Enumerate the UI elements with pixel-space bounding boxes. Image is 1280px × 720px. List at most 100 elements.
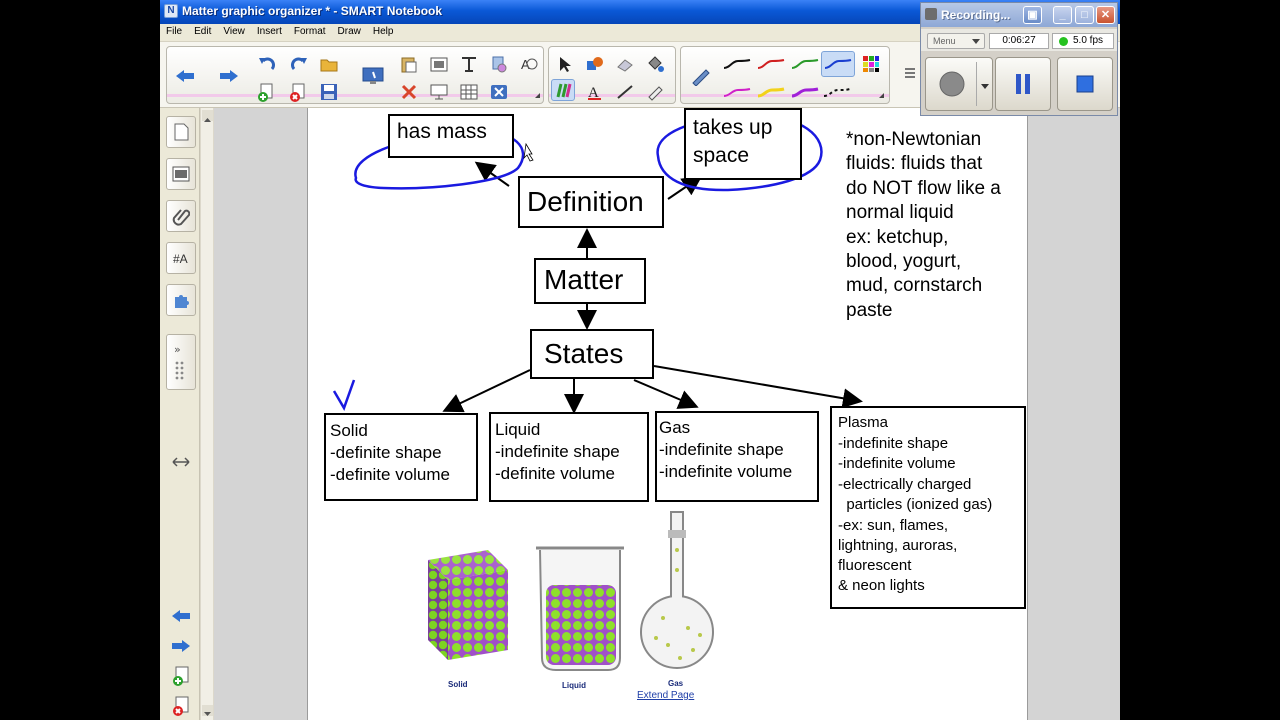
paste-icon[interactable] [397, 53, 421, 75]
app-icon: N [164, 4, 178, 18]
pen-style-magenta[interactable] [721, 81, 753, 103]
chevron-down-icon [972, 39, 980, 44]
pen-tool-icon[interactable] [689, 65, 713, 87]
states-of-matter-image[interactable]: Solid Liquid Gas [418, 510, 718, 710]
pen-style-purple[interactable] [789, 81, 821, 103]
extend-page-link[interactable]: Extend Page [637, 690, 694, 701]
plasma-line: & neon lights [838, 577, 925, 594]
menu-insert[interactable]: Insert [251, 24, 288, 37]
shapes-icon[interactable] [583, 53, 607, 75]
plasma-line: lightning, auroras, [838, 537, 958, 554]
note-line: paste [846, 300, 893, 321]
insert-table-icon[interactable] [457, 81, 481, 103]
spell-check-icon[interactable]: A [517, 53, 541, 75]
next-page-side-icon[interactable] [168, 634, 194, 658]
cut-icon[interactable] [397, 81, 421, 103]
previous-page-icon[interactable] [173, 65, 197, 87]
add-page-icon[interactable] [255, 81, 279, 103]
solid-box[interactable]: Solid -definite shape -definite volume [324, 413, 478, 501]
menu-edit[interactable]: Edit [188, 24, 217, 37]
add-page-side-icon[interactable] [168, 664, 194, 688]
plasma-line: Plasma [838, 414, 889, 431]
gallery-icon[interactable] [487, 53, 511, 75]
delete-page-side-icon[interactable] [168, 694, 194, 718]
move-panel-icon[interactable] [168, 450, 194, 474]
open-file-icon[interactable] [317, 53, 341, 75]
properties-tab[interactable]: #A [166, 242, 196, 274]
attachments-tab[interactable] [166, 200, 196, 232]
note-line: mud, cornstarch [846, 275, 983, 296]
menu-file[interactable]: File [160, 24, 188, 37]
menu-help[interactable]: Help [367, 24, 400, 37]
pen-style-blue[interactable] [821, 51, 855, 77]
color-palette-icon[interactable] [859, 53, 883, 75]
status-dot-icon [1059, 37, 1068, 46]
screen-capture-icon[interactable] [427, 81, 451, 103]
redo-icon[interactable] [287, 53, 311, 75]
delete-page-icon[interactable] [287, 81, 311, 103]
fill-icon[interactable] [643, 53, 667, 75]
delete-icon[interactable] [487, 81, 511, 103]
solid-cube [428, 550, 508, 660]
undo-icon[interactable] [255, 53, 279, 75]
magic-pen-icon[interactable] [643, 81, 667, 103]
pens-icon[interactable] [551, 79, 575, 101]
whiteboard-page[interactable]: Definition has mass takes up space Matte… [307, 108, 1028, 720]
gas-line: -indefinite shape [659, 440, 784, 459]
line-icon[interactable] [613, 81, 637, 103]
fps-readout: 5.0 fps [1052, 33, 1114, 49]
eraser-icon[interactable] [613, 53, 637, 75]
liquid-box[interactable]: Liquid -indefinite shape -definite volum… [489, 412, 649, 502]
vertical-scrollbar[interactable] [200, 108, 214, 720]
screen-shade-icon[interactable] [359, 65, 389, 87]
maximize-button[interactable]: □ [1075, 6, 1094, 24]
arrow-to-solid [442, 369, 531, 413]
has-mass-box[interactable]: has mass [388, 114, 514, 158]
takes-up-space-box[interactable]: takes up space [684, 108, 802, 180]
matter-box[interactable]: Matter [534, 258, 646, 304]
has-mass-label: has mass [397, 120, 487, 143]
gallery-tab[interactable] [166, 158, 196, 190]
toolbar-more-icon[interactable] [898, 62, 922, 84]
text-color-icon[interactable]: A [583, 81, 607, 103]
pen-style-dashed[interactable] [821, 81, 853, 103]
pen-style-green[interactable] [789, 53, 821, 75]
elapsed-time: 0:06:27 [989, 33, 1049, 49]
plasma-box[interactable]: Plasma -indefinite shape -indefinite vol… [830, 406, 1026, 609]
solid-caption: Solid [448, 680, 468, 689]
definition-box[interactable]: Definition [518, 176, 664, 228]
previous-page-side-icon[interactable] [168, 604, 194, 628]
side-panel: #A » [160, 108, 200, 720]
toolbar-group-tools: A [548, 46, 676, 104]
addons-tab[interactable] [166, 284, 196, 316]
save-icon[interactable] [317, 81, 341, 103]
note-line: normal liquid [846, 202, 954, 223]
recording-title-bar: Recording... ▣ _ □ ✕ [921, 3, 1117, 27]
recorder-settings-button[interactable]: ▣ [1023, 6, 1042, 24]
insert-text-icon[interactable] [457, 53, 481, 75]
pause-button[interactable] [995, 57, 1051, 111]
plasma-line: fluorescent [838, 557, 912, 574]
select-arrow-icon[interactable] [553, 53, 577, 75]
matter-label: Matter [544, 264, 624, 295]
pen-style-red[interactable] [755, 53, 787, 75]
menu-view[interactable]: View [217, 24, 251, 37]
liquid-line: Liquid [495, 420, 541, 439]
states-box[interactable]: States [530, 329, 654, 379]
page-sorter-tab[interactable] [166, 116, 196, 148]
next-page-icon[interactable] [217, 65, 241, 87]
close-button[interactable]: ✕ [1096, 6, 1115, 24]
pen-style-yellow[interactable] [755, 81, 787, 103]
recorder-menu-dropdown[interactable]: Menu [927, 33, 985, 49]
liquid-line: -indefinite shape [495, 442, 620, 461]
pen-style-black[interactable] [721, 53, 753, 75]
minimize-button[interactable]: _ [1053, 6, 1072, 24]
gas-box[interactable]: Gas -indefinite shape -indefinite volume [655, 411, 819, 502]
insert-picture-icon[interactable] [427, 53, 451, 75]
record-button[interactable] [925, 57, 993, 111]
note-line: fluids: fluids that [846, 153, 983, 174]
menu-format[interactable]: Format [288, 24, 332, 37]
stop-button[interactable] [1057, 57, 1113, 111]
menu-draw[interactable]: Draw [332, 24, 367, 37]
collapse-panel-handle[interactable]: » [166, 334, 196, 390]
